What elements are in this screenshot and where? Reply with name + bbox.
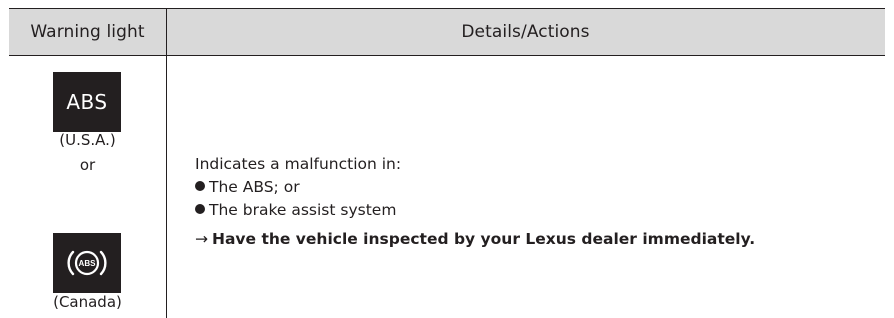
header-details-actions: Details/Actions [461, 21, 590, 42]
column-divider [166, 8, 167, 318]
bullet-icon [195, 204, 205, 214]
warning-light-cell: ABS (U.S.A.) or ABS (Canada) [9, 56, 166, 318]
action-text: Have the vehicle inspected by your Lexus… [212, 230, 756, 248]
list-item: The ABS; or [195, 178, 300, 196]
abs-usa-warning-icon: ABS [53, 72, 121, 132]
abs-canada-warning-icon: ABS [53, 233, 121, 293]
bullet-icon [195, 181, 205, 191]
right-arrow-icon: → [195, 230, 208, 248]
abs-circle-icon: ABS [67, 250, 107, 276]
warning-light-table: Warning light Details/Actions ABS (U.S.A… [9, 8, 885, 318]
bullet-text: The ABS; or [209, 178, 300, 196]
canada-caption: (Canada) [53, 293, 122, 311]
table-header: Warning light Details/Actions [9, 8, 885, 56]
bullet-text: The brake assist system [209, 201, 397, 219]
abs-usa-badge-text: ABS [66, 90, 108, 114]
or-caption: or [79, 156, 96, 174]
usa-caption: (U.S.A.) [59, 131, 116, 149]
list-item: The brake assist system [195, 201, 396, 219]
abs-canada-icon-text: ABS [79, 259, 97, 268]
details-intro: Indicates a malfunction in: [195, 155, 402, 173]
header-warning-light: Warning light [30, 21, 145, 42]
action-line: → Have the vehicle inspected by your Lexu… [195, 230, 755, 248]
